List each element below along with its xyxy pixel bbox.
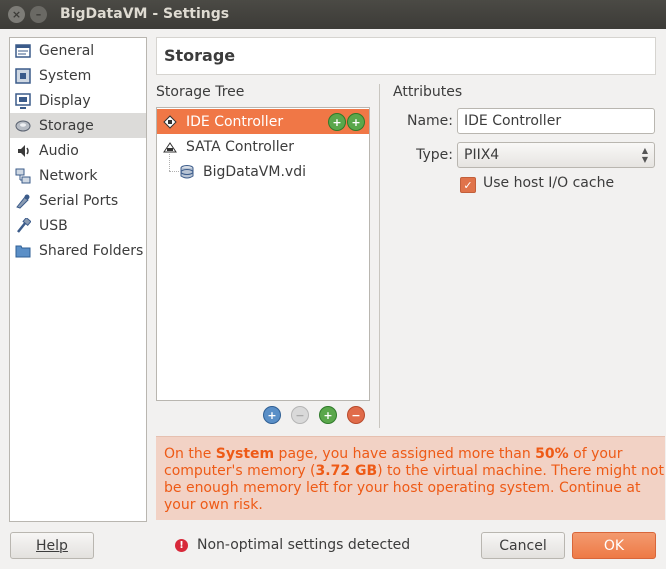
ok-button[interactable]: OK [572, 532, 656, 559]
warning-bold-system: System [215, 446, 275, 462]
type-select-value: PIIX4 [464, 147, 500, 163]
storage-tree-title: Storage Tree [156, 84, 245, 100]
sidebar-item-shared-folders[interactable]: Shared Folders [10, 238, 146, 263]
sidebar-item-system[interactable]: System [10, 63, 146, 88]
cancel-button-label: Cancel [499, 537, 547, 554]
tree-item-label: IDE Controller [186, 113, 284, 130]
usb-icon [14, 217, 31, 234]
sidebar-item-label: Storage [39, 117, 94, 134]
spin-arrows-icon: ▲ ▼ [641, 146, 648, 164]
sata-controller-icon [162, 139, 180, 155]
warning-text: page, you have assigned more than [274, 446, 536, 462]
add-hard-disk-icon[interactable]: + [347, 113, 365, 131]
sidebar-item-usb[interactable]: USB [10, 213, 146, 238]
tree-connector [169, 171, 179, 172]
warning-text: On the [164, 446, 216, 462]
add-controller-icon[interactable]: + [263, 406, 281, 424]
add-attachment-icon[interactable]: + [319, 406, 337, 424]
warning-message: On the System page, you have assigned mo… [156, 436, 665, 520]
close-window-button[interactable]: × [8, 6, 25, 23]
network-icon [14, 167, 31, 184]
check-icon: ✓ [463, 178, 473, 192]
page-title: Storage [164, 46, 236, 65]
tree-item-label: SATA Controller [186, 138, 294, 155]
sidebar-item-audio[interactable]: Audio [10, 138, 146, 163]
settings-sidebar: General System Display Storage Audio Net… [9, 37, 147, 522]
add-optical-drive-icon[interactable]: + [328, 113, 346, 131]
sidebar-item-general[interactable]: General [10, 38, 146, 63]
sidebar-item-label: Shared Folders [39, 242, 144, 259]
tree-item-sata-controller[interactable]: SATA Controller [157, 134, 294, 159]
sidebar-item-label: Serial Ports [39, 192, 119, 209]
storage-tree[interactable]: IDE Controller + + SATA Controller BigDa… [156, 107, 370, 401]
warning-bold-percent: 50% [535, 446, 569, 462]
help-button-label: Help [36, 537, 68, 554]
name-label: Name: [406, 113, 453, 129]
sidebar-item-label: General [39, 42, 95, 59]
sidebar-item-label: Audio [39, 142, 79, 159]
tree-connector [169, 154, 170, 171]
sidebar-item-label: USB [39, 217, 68, 234]
cancel-button[interactable]: Cancel [481, 532, 565, 559]
host-io-cache-checkbox[interactable]: ✓ [460, 177, 476, 193]
tree-item-ide-controller[interactable]: IDE Controller + + [157, 109, 369, 134]
sidebar-item-label: System [39, 67, 92, 84]
sidebar-item-serial-ports[interactable]: Serial Ports [10, 188, 146, 213]
tree-item-label: BigDataVM.vdi [203, 163, 306, 180]
storage-icon [14, 117, 31, 134]
tree-item-disk[interactable]: BigDataVM.vdi [179, 159, 306, 184]
remove-controller-icon[interactable]: − [291, 406, 309, 424]
sidebar-item-label: Display [39, 92, 91, 109]
hard-disk-icon [179, 164, 197, 180]
host-io-cache-label: Use host I/O cache [483, 175, 615, 191]
ide-controller-icon [162, 114, 180, 130]
title-bar: × – BigDataVM - Settings [0, 0, 666, 29]
sidebar-item-label: Network [39, 167, 98, 184]
audio-icon [14, 142, 31, 159]
general-icon [14, 42, 31, 59]
sidebar-item-display[interactable]: Display [10, 88, 146, 113]
status-text: Non-optimal settings detected [197, 537, 411, 553]
error-icon: ! [175, 538, 188, 552]
remove-attachment-icon[interactable]: − [347, 406, 365, 424]
minimize-window-button[interactable]: – [30, 6, 47, 23]
system-icon [14, 67, 31, 84]
serial-ports-icon [14, 192, 31, 209]
type-label: Type: [416, 147, 453, 163]
panel-divider [379, 84, 380, 428]
controller-name-input[interactable] [457, 108, 655, 134]
display-icon [14, 92, 31, 109]
ok-button-label: OK [603, 537, 625, 554]
shared-folders-icon [14, 242, 31, 259]
sidebar-item-storage[interactable]: Storage [10, 113, 146, 138]
page-header: Storage [156, 37, 656, 75]
warning-bold-memory: 3.72 GB [315, 463, 378, 479]
help-button[interactable]: Help [10, 532, 94, 559]
window-title: BigDataVM - Settings [60, 6, 230, 22]
close-icon: × [11, 8, 22, 21]
sidebar-item-network[interactable]: Network [10, 163, 146, 188]
controller-type-select[interactable]: PIIX4 ▲ ▼ [457, 142, 655, 168]
status-message: ! Non-optimal settings detected [175, 537, 410, 553]
minimize-icon: – [35, 8, 42, 21]
attributes-title: Attributes [393, 84, 463, 100]
